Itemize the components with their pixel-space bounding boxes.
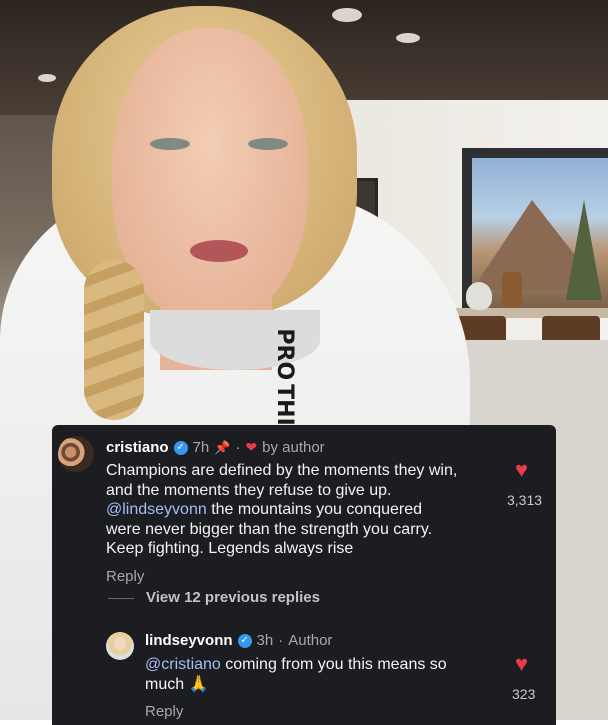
- eye: [150, 138, 190, 150]
- reply-button[interactable]: Reply: [145, 703, 183, 720]
- replies-divider: [108, 598, 134, 599]
- username[interactable]: cristiano: [106, 439, 169, 456]
- reply-text: @cristiano coming from you this means so…: [145, 655, 505, 694]
- avatar[interactable]: [106, 632, 134, 660]
- hoodie-print-line: PRO: [272, 328, 298, 381]
- like-count: 323: [512, 686, 536, 702]
- eye: [248, 138, 288, 150]
- heart-icon: ❤: [245, 439, 258, 455]
- pin-icon: 📌: [214, 439, 231, 455]
- view-replies-button[interactable]: View 12 previous replies: [146, 589, 320, 606]
- separator-dot: ·: [235, 439, 241, 456]
- mention-link[interactable]: @lindseyvonn: [106, 501, 207, 518]
- like-count: 3,313: [507, 492, 543, 508]
- mouth: [190, 240, 248, 262]
- username[interactable]: lindseyvonn: [145, 632, 233, 649]
- verified-badge-icon: ✓: [173, 440, 188, 455]
- reply-button[interactable]: Reply: [106, 568, 144, 585]
- liked-by-author-label: by author: [262, 439, 325, 456]
- reply-header: lindseyvonn ✓ 3h · Author: [145, 632, 332, 649]
- timestamp: 7h: [192, 439, 210, 456]
- like-heart-icon[interactable]: ♥: [515, 459, 528, 481]
- braid: [84, 260, 144, 420]
- author-badge: Author: [288, 632, 333, 649]
- face: [112, 28, 308, 320]
- mention-link[interactable]: @cristiano: [145, 656, 221, 673]
- avatar[interactable]: [58, 436, 94, 472]
- separator-dot: ·: [278, 632, 284, 649]
- comment-header: cristiano ✓ 7h 📌 · ❤ by author: [106, 439, 325, 456]
- comment-text-part: Champions are defined by the moments the…: [106, 462, 458, 499]
- comment-text: Champions are defined by the moments the…: [106, 461, 506, 559]
- timestamp: 3h: [256, 632, 274, 649]
- verified-badge-icon: ✓: [237, 633, 252, 648]
- hoodie-print: PRO THIS: [250, 328, 320, 441]
- like-heart-icon[interactable]: ♥: [515, 653, 528, 675]
